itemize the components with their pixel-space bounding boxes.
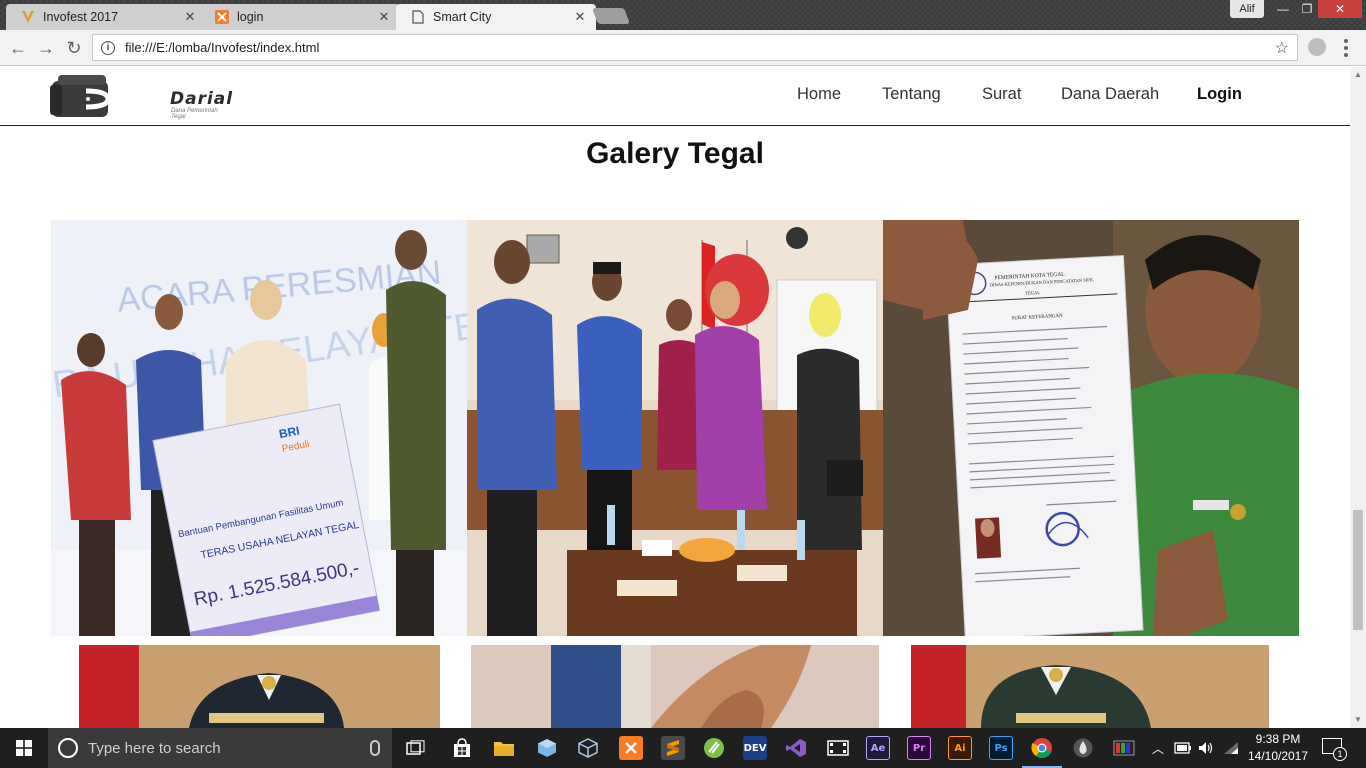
nav-surat[interactable]: Surat — [982, 85, 1021, 104]
gallery-photo-hands[interactable] — [471, 645, 879, 728]
sublime-text-icon[interactable] — [661, 736, 685, 760]
wifi-icon[interactable] — [1223, 728, 1239, 768]
volume-icon[interactable] — [1198, 728, 1214, 768]
page-icon — [410, 9, 426, 25]
show-hidden-icons[interactable]: ︿ — [1152, 728, 1164, 768]
gallery-photo-cheque[interactable]: ACARA PERESMIAN RA USAHA NELAYAN TEGAL B… — [51, 220, 467, 636]
logo-tagline: Dana Pemerintah Tegal — [171, 108, 218, 120]
photoshop-icon[interactable]: Ps — [989, 736, 1013, 760]
restore-icon[interactable]: ❐ — [1296, 0, 1318, 18]
xampp-icon[interactable] — [619, 736, 643, 760]
doc-header3: TEGAL — [1025, 290, 1040, 296]
browser-tab-strip: Invofest 2017 ✕ login ✕ Smart City ✕ Ali… — [0, 0, 1366, 30]
taskbar-search[interactable]: Type here to search — [48, 728, 392, 768]
windows-taskbar: Type here to search DEV Ae Pr Ai Ps ︿ 9:… — [0, 728, 1366, 768]
nav-home[interactable]: Home — [797, 85, 841, 104]
tab-invofest[interactable]: Invofest 2017 ✕ — [6, 4, 206, 30]
bookmark-star-icon[interactable]: ☆ — [1275, 38, 1289, 58]
clock-time: 9:38 PM — [1255, 732, 1301, 746]
windows-start-icon[interactable] — [0, 728, 48, 768]
profile-button[interactable]: Alif — [1230, 0, 1264, 18]
tab-title: login — [237, 10, 264, 24]
new-tab-button[interactable] — [592, 8, 630, 24]
store-icon[interactable] — [450, 736, 474, 760]
chrome-icon[interactable] — [1022, 736, 1062, 768]
nav-dana-daerah[interactable]: Dana Daerah — [1061, 85, 1159, 104]
close-icon[interactable]: ✕ — [376, 9, 392, 25]
back-arrow-icon[interactable]: ← — [6, 36, 30, 60]
gallery-photo-handshake[interactable] — [467, 220, 883, 636]
invofest-favicon-icon — [20, 9, 36, 25]
scroll-down-icon[interactable]: ▼ — [1354, 715, 1362, 724]
devcpp-icon[interactable]: DEV — [743, 736, 767, 760]
3d-viewer-icon[interactable] — [576, 736, 600, 760]
xampp-favicon-icon — [214, 9, 230, 25]
forward-arrow-icon[interactable]: → — [34, 36, 58, 60]
movie-maker-icon[interactable] — [826, 736, 850, 760]
3d-builder-icon[interactable] — [535, 736, 559, 760]
visual-studio-icon[interactable] — [784, 736, 808, 760]
clock-date: 14/10/2017 — [1247, 749, 1309, 763]
address-bar[interactable]: i file:///E:/lomba/Invofest/index.html ☆ — [92, 34, 1298, 61]
gallery-photo-officer-1[interactable] — [79, 645, 440, 728]
gallery-photo-document[interactable]: PEMERINTAH KOTA TEGAL DINAS KEPENDUDUKAN… — [883, 220, 1299, 636]
page-viewport: Darial Dana Pemerintah Tegal Home Tentan… — [0, 67, 1350, 728]
notification-count-badge: 1 — [1333, 747, 1347, 761]
tab-title: Smart City — [433, 10, 492, 24]
minimize-icon[interactable]: — — [1270, 0, 1296, 18]
tab-smart-city[interactable]: Smart City ✕ — [396, 4, 596, 30]
gallery-photo-officer-2[interactable] — [911, 645, 1269, 728]
browser-toolbar: ← → ↻ i file:///E:/lomba/Invofest/index.… — [0, 30, 1366, 66]
nav-tentang[interactable]: Tentang — [882, 85, 941, 104]
main-nav: Home Tentang Surat Dana Daerah Login — [0, 85, 1350, 109]
reload-icon[interactable]: ↻ — [62, 36, 86, 60]
chrome-menu-icon[interactable] — [1340, 36, 1352, 60]
site-header: Darial Dana Pemerintah Tegal Home Tentan… — [0, 67, 1350, 126]
microphone-icon[interactable] — [370, 740, 380, 756]
cortana-icon[interactable] — [58, 738, 78, 758]
search-placeholder[interactable]: Type here to search — [88, 740, 370, 757]
premiere-icon[interactable]: Pr — [907, 736, 931, 760]
extension-icon[interactable] — [1308, 38, 1326, 56]
android-studio-icon[interactable] — [702, 736, 726, 760]
scroll-up-icon[interactable]: ▲ — [1354, 70, 1362, 79]
page-scrollbar[interactable]: ▲ ▼ — [1350, 67, 1366, 728]
after-effects-icon[interactable]: Ae — [866, 736, 890, 760]
system-clock[interactable]: 9:38 PM 14/10/2017 — [1240, 731, 1316, 765]
tab-login[interactable]: login ✕ — [200, 4, 400, 30]
nav-login[interactable]: Login — [1197, 85, 1242, 104]
illustrator-icon[interactable]: Ai — [948, 736, 972, 760]
task-view-icon[interactable] — [404, 736, 428, 760]
close-icon[interactable]: ✕ — [572, 9, 588, 25]
scrollbar-thumb[interactable] — [1353, 510, 1363, 630]
info-icon[interactable]: i — [101, 40, 115, 55]
droplet-icon[interactable] — [1071, 736, 1095, 760]
window-close-icon[interactable]: ✕ — [1318, 0, 1362, 18]
gallery-title: Galery Tegal — [586, 137, 764, 170]
file-explorer-icon[interactable] — [492, 736, 516, 760]
battery-icon[interactable] — [1174, 728, 1192, 768]
close-icon[interactable]: ✕ — [182, 9, 198, 25]
tab-title: Invofest 2017 — [43, 10, 119, 24]
url-text[interactable]: file:///E:/lomba/Invofest/index.html — [125, 40, 1275, 55]
game-bar-icon[interactable] — [1112, 736, 1136, 760]
